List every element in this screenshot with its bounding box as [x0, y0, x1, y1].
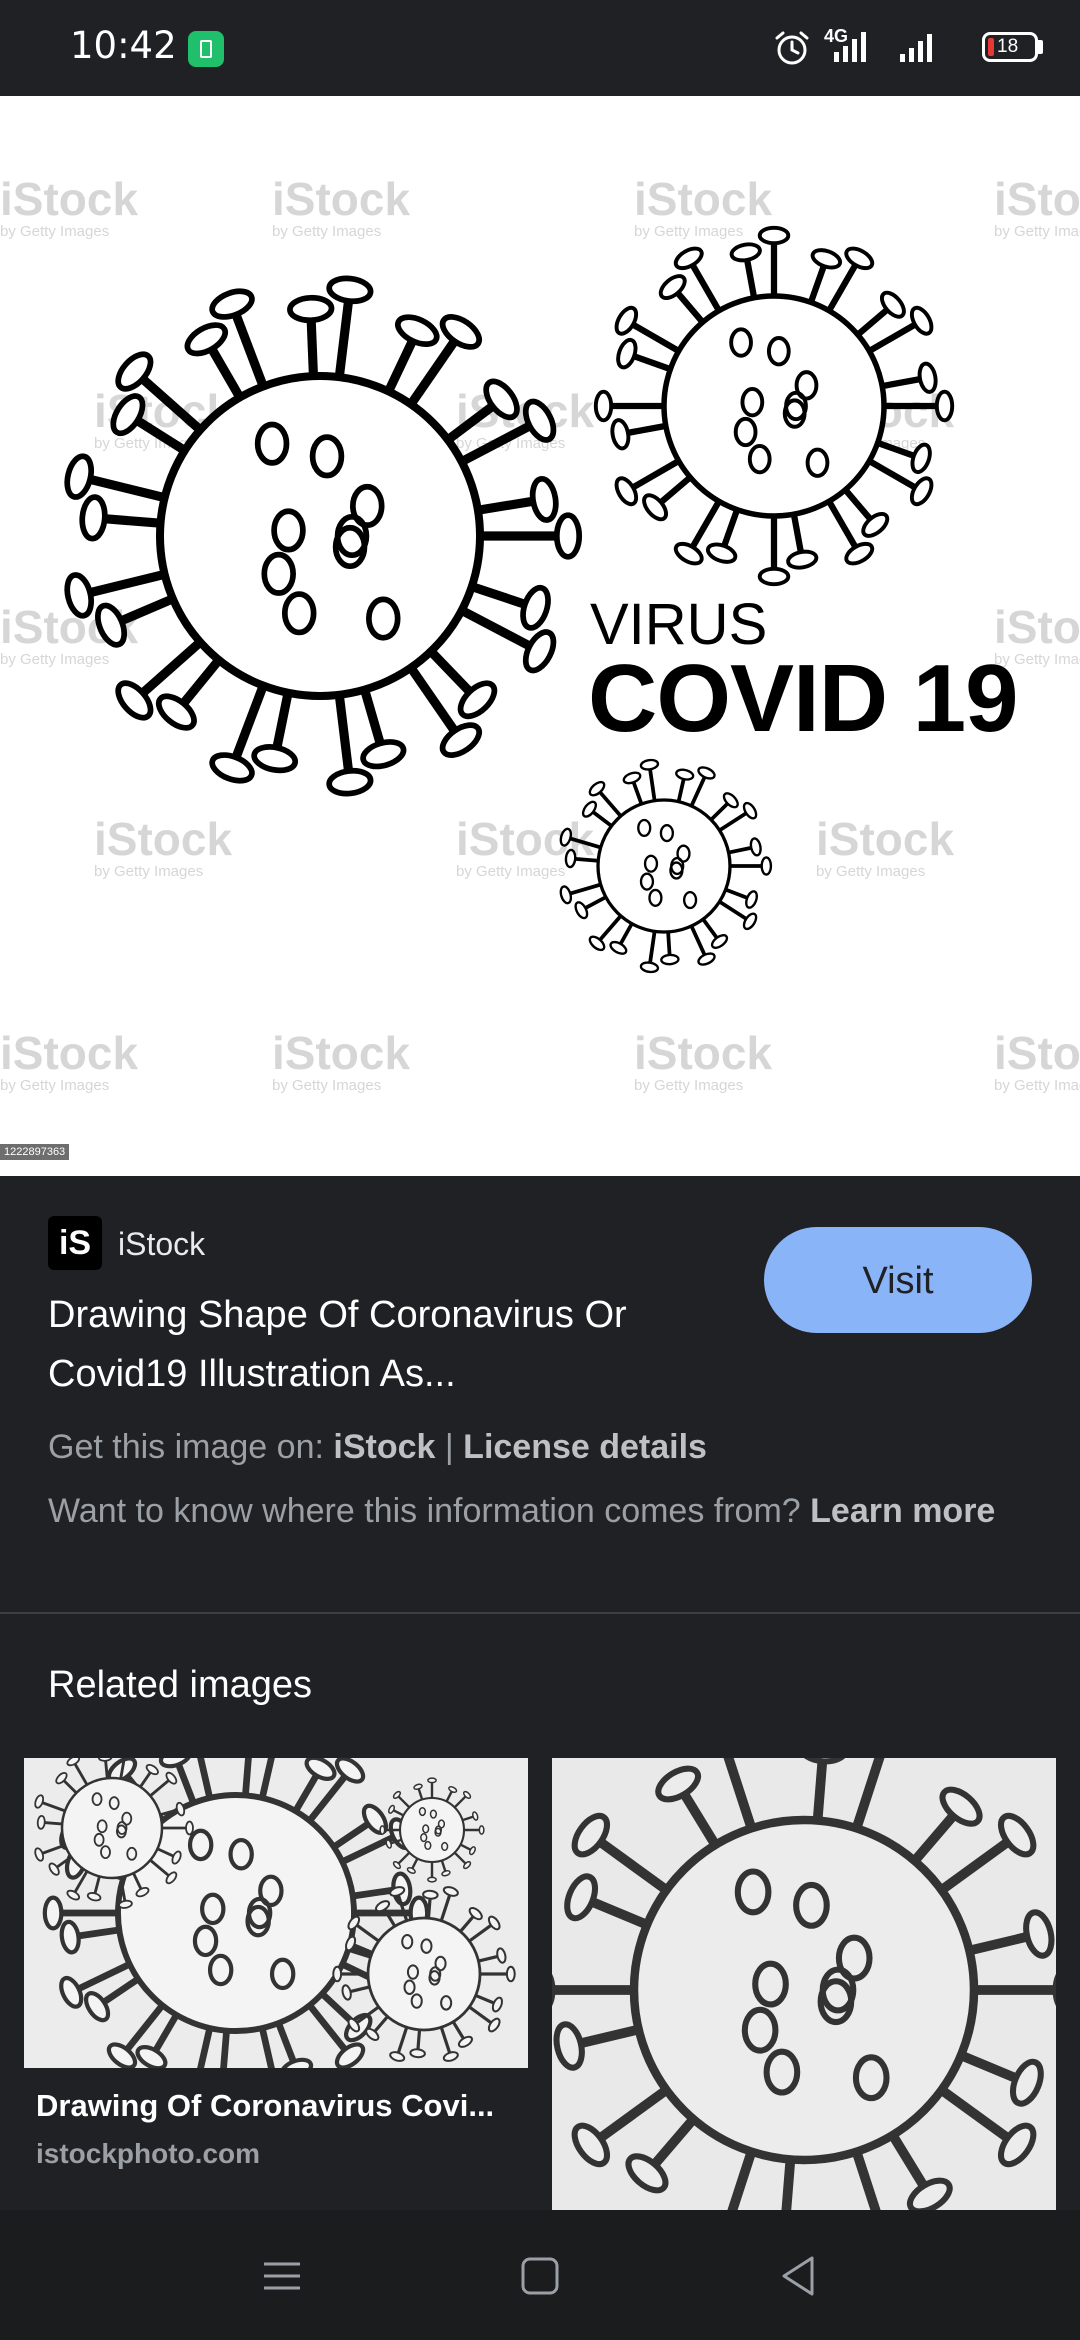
- signal-icon: [834, 32, 866, 62]
- result-title[interactable]: Drawing Shape Of Coronavirus Or Covid19 …: [48, 1286, 728, 1404]
- info-source-note: Want to know where this information come…: [48, 1492, 996, 1530]
- coronavirus-sketch: [34, 1758, 516, 2068]
- navigation-bar: [0, 2210, 1080, 2340]
- battery-tip: [1038, 40, 1043, 54]
- image-id: 1222897363: [0, 1144, 70, 1160]
- visit-button[interactable]: Visit: [764, 1227, 1032, 1333]
- alarm-icon: [775, 31, 809, 65]
- result-image[interactable]: iStock by Getty Images iStock by Getty Ima…: [0, 96, 1080, 1176]
- coronavirus-sketch: [552, 1758, 1056, 2210]
- virus-small: [379, 1777, 485, 1883]
- related-image-card[interactable]: Drawing Of Coronavirus Covi... istockpho…: [24, 1758, 528, 2208]
- virus-large: [64, 275, 583, 797]
- license-details-link[interactable]: License details: [463, 1428, 707, 1466]
- related-images-heading: Related images: [48, 1664, 313, 1706]
- learn-more-link[interactable]: Learn more: [810, 1492, 995, 1530]
- source-name[interactable]: iStock: [118, 1226, 205, 1263]
- virus-large: [552, 1758, 1056, 2210]
- image-info-panel: iS iStock Visit Drawing Shape Of Coronav…: [0, 1176, 1080, 1612]
- home-icon[interactable]: [510, 2246, 570, 2306]
- back-icon[interactable]: [768, 2246, 828, 2306]
- battery-saver-icon: [188, 31, 224, 67]
- divider: [0, 1612, 1080, 1614]
- battery-icon: 18: [982, 32, 1038, 62]
- related-image-card[interactable]: [552, 1758, 1056, 2210]
- related-image-thumbnail[interactable]: [24, 1758, 528, 2068]
- coronavirus-illustration: [64, 225, 955, 974]
- istock-link[interactable]: iStock: [333, 1428, 435, 1466]
- battery-level: 18: [997, 36, 1019, 57]
- menu-icon[interactable]: [252, 2246, 312, 2306]
- related-image-source: istockphoto.com: [36, 2138, 261, 2169]
- virus-small: [559, 758, 773, 974]
- virus-medium: [593, 225, 955, 587]
- source-logo: iS: [48, 1216, 102, 1270]
- status-time: 10:42: [70, 24, 177, 67]
- signal-icon: [900, 34, 932, 62]
- get-image-line: Get this image on: iStock | License deta…: [48, 1428, 707, 1466]
- covid-19-label: COVID 19: [588, 645, 1018, 752]
- related-image-title[interactable]: Drawing Of Coronavirus Covi...: [36, 2088, 526, 2124]
- status-bar: 10:42 4G 18: [0, 0, 1080, 96]
- status-icons: 4G 18: [772, 0, 1080, 96]
